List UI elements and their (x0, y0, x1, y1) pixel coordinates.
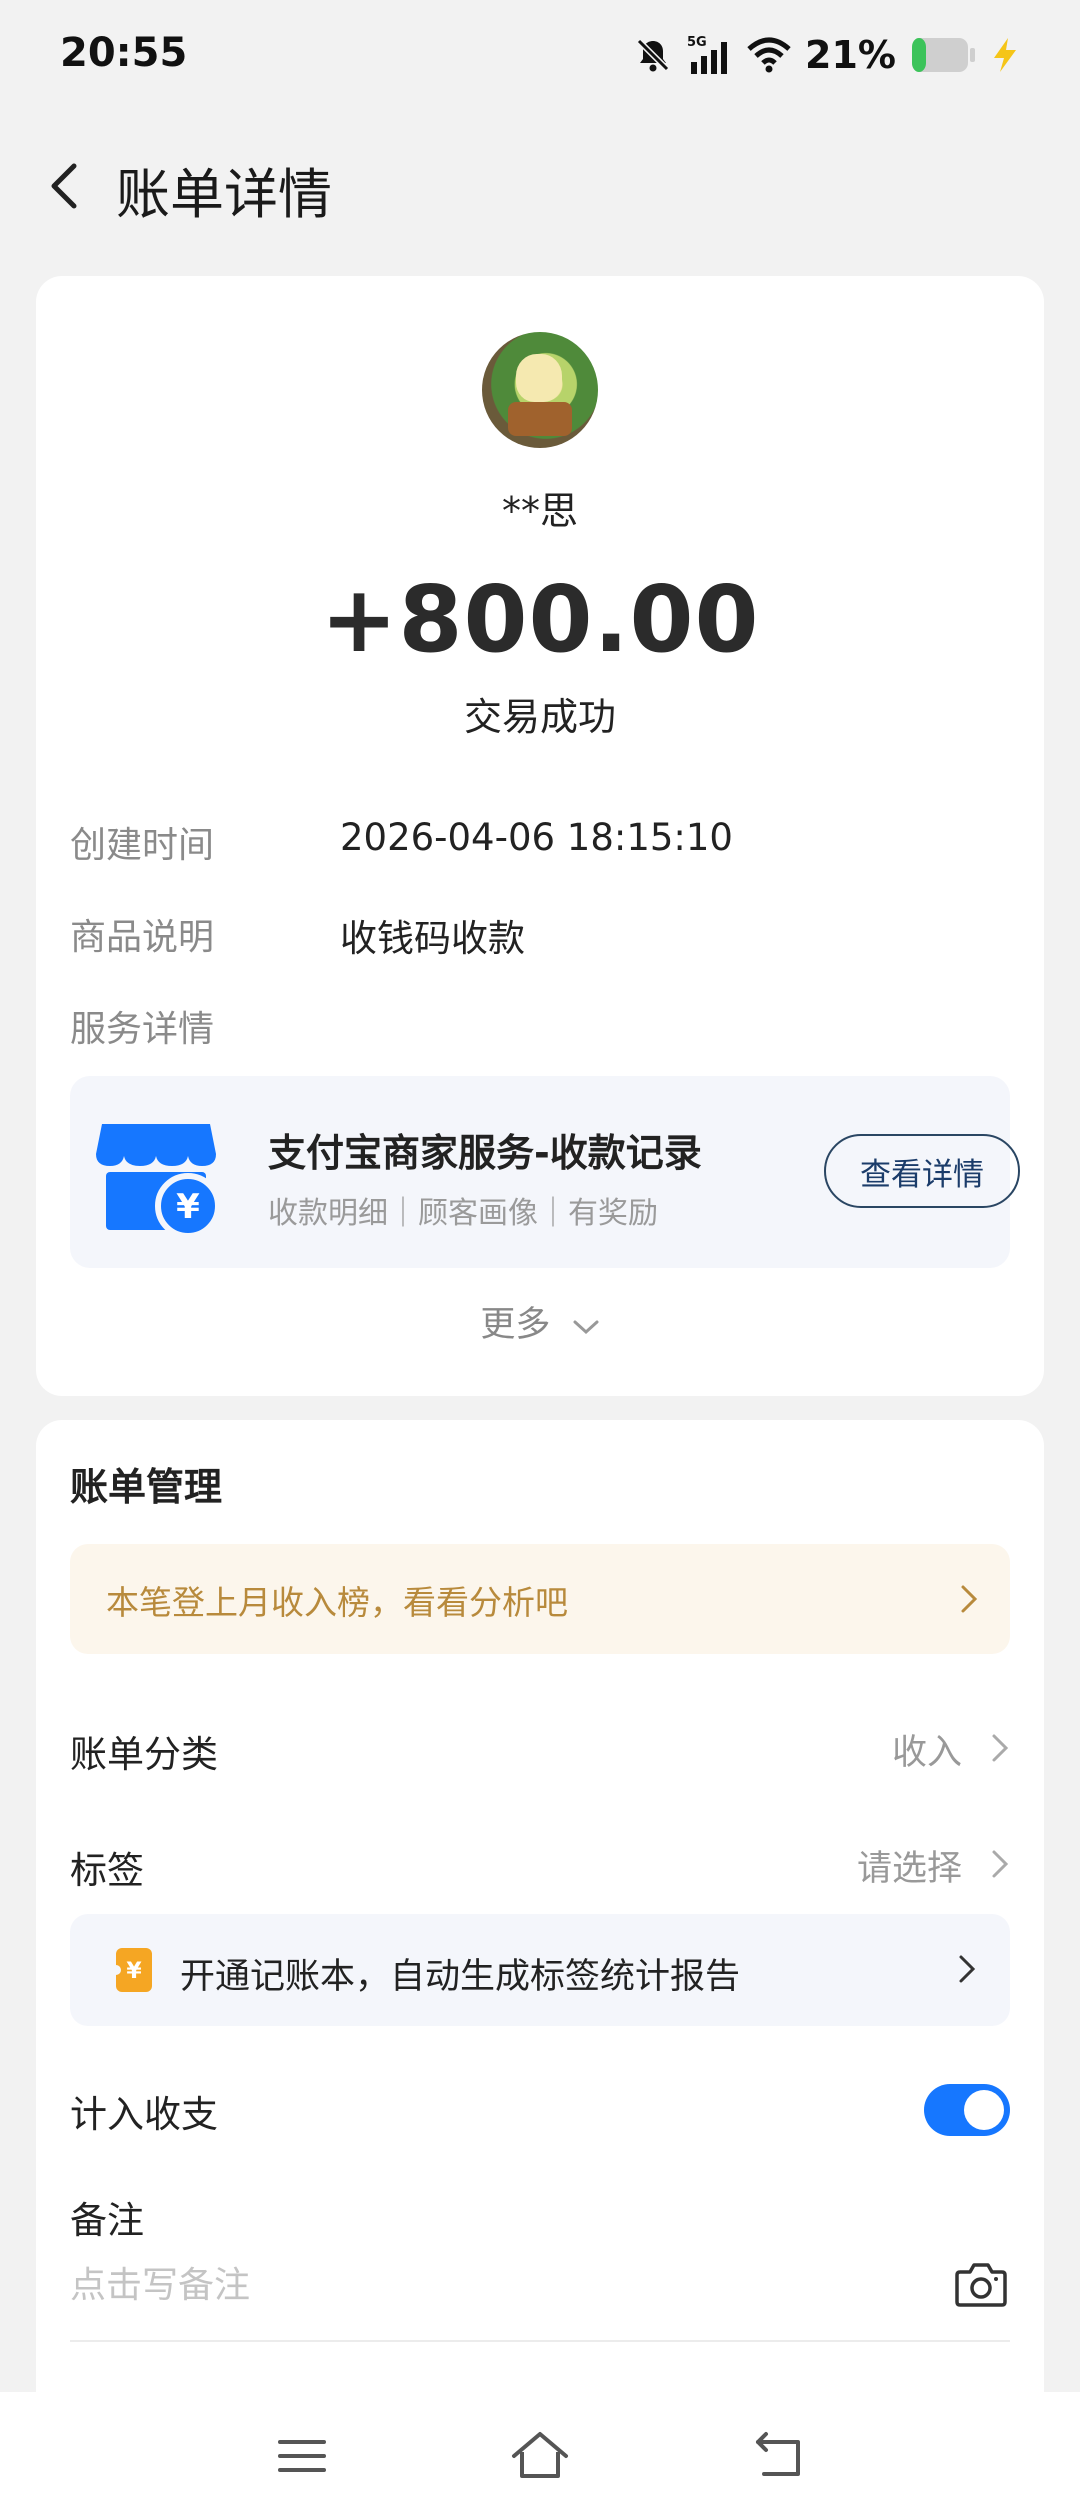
chevron-right-icon (992, 1734, 1009, 1762)
svg-text:¥: ¥ (176, 1187, 200, 1227)
bill-category-value: 收入 (891, 1733, 962, 1773)
chevron-right-icon (959, 1955, 976, 1983)
system-nav-bar (0, 2392, 1080, 2520)
chevron-right-icon (961, 1585, 978, 1613)
service-subtitle: 收款明细｜顾客画像｜有奖励 (268, 1196, 658, 1231)
view-details-button[interactable]: 查看详情 (824, 1134, 1020, 1208)
camera-icon[interactable] (954, 2260, 1008, 2308)
open-notebook-banner[interactable]: ¥ 开通记账本，自动生成标签统计报告 (70, 1914, 1010, 2026)
include-in-stats-toggle[interactable] (924, 2084, 1010, 2136)
signal-5g-icon: 5G (687, 35, 728, 74)
divider (70, 2340, 1010, 2342)
promo-text: 本笔登上月收入榜，看看分析吧 (106, 1583, 568, 1622)
include-in-stats-label: 计入收支 (70, 2093, 218, 2136)
bill-category-row[interactable]: 账单分类 收入 (70, 1712, 1010, 1782)
service-details-label: 服务详情 (70, 1009, 215, 1050)
remark-label: 备注 (70, 2199, 144, 2242)
avatar (482, 332, 598, 448)
service-title: 支付宝商家服务-收款记录 (268, 1131, 702, 1175)
svg-text:¥: ¥ (126, 1959, 142, 1984)
svg-text:5G: 5G (687, 35, 707, 50)
item-description-value: 收钱码收款 (340, 917, 525, 960)
battery-percent: 21% (805, 33, 896, 77)
transaction-card: **思 +800.00 交易成功 创建时间 2026-04-06 18:15:1… (36, 276, 1044, 1396)
tag-row[interactable]: 标签 请选择 (70, 1828, 1010, 1898)
chevron-right-icon (992, 1850, 1009, 1878)
status-bar: 20:55 5G 21% (0, 0, 1080, 112)
charging-icon (994, 38, 1016, 72)
payer-name: **思 (501, 489, 578, 533)
back-nav-icon[interactable] (750, 2428, 810, 2484)
bill-management-card: 账单管理 本笔登上月收入榜，看看分析吧 账单分类 收入 标签 请选择 ¥ 开通记… (36, 1420, 1044, 2520)
created-time-value: 2026-04-06 18:15:10 (340, 816, 733, 859)
bell-muted-icon (636, 38, 670, 72)
item-description-label: 商品说明 (70, 917, 215, 958)
status-time: 20:55 (60, 30, 188, 76)
transaction-status: 交易成功 (463, 695, 616, 739)
battery-icon (912, 38, 975, 72)
section-title: 账单管理 (70, 1465, 223, 1509)
wifi-icon (747, 37, 791, 73)
tag-value: 请选择 (856, 1849, 962, 1889)
menu-icon[interactable] (272, 2428, 332, 2484)
merchant-shop-icon: ¥ (96, 1124, 220, 1236)
notebook-text: 开通记账本，自动生成标签统计报告 (180, 1957, 741, 1997)
more-toggle[interactable]: 更多 (36, 1296, 1044, 1347)
toggle-knob (964, 2090, 1004, 2130)
back-button[interactable] (36, 156, 96, 216)
status-icons: 5G 21% (633, 30, 1020, 80)
tag-label: 标签 (70, 1849, 144, 1892)
coupon-icon: ¥ (114, 1948, 152, 1992)
created-time-label: 创建时间 (70, 825, 215, 866)
page-title: 账单详情 (116, 163, 332, 226)
income-ranking-banner[interactable]: 本笔登上月收入榜，看看分析吧 (70, 1544, 1010, 1654)
remark-input[interactable] (70, 2250, 930, 2320)
bill-category-label: 账单分类 (70, 1733, 218, 1776)
transaction-amount: +800.00 (320, 566, 760, 673)
more-label: 更多 (480, 1305, 551, 1345)
include-in-stats-row: 计入收支 (70, 2072, 1010, 2142)
merchant-service-card[interactable]: ¥ 支付宝商家服务-收款记录 收款明细｜顾客画像｜有奖励 查看详情 (70, 1076, 1020, 1268)
header: 账单详情 (0, 140, 1080, 230)
chevron-left-icon (51, 163, 77, 209)
chevron-down-icon (573, 1320, 599, 1335)
home-icon[interactable] (510, 2428, 570, 2484)
